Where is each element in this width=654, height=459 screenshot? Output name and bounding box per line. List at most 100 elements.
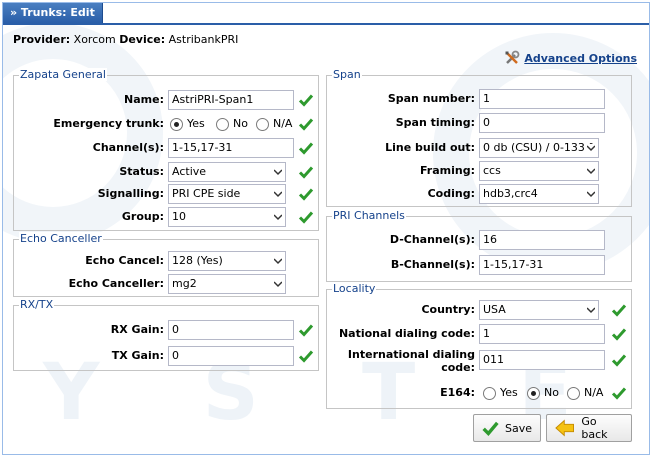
chevron-down-icon — [274, 191, 282, 198]
status-row: Status: Active — [14, 162, 318, 182]
radio-unselected[interactable] — [216, 117, 229, 131]
b-channel-input[interactable]: 1-15,17-31 — [479, 255, 605, 275]
label-line: International dialing — [347, 348, 475, 361]
d-channel-row: D-Channel(s): 16 — [327, 230, 631, 250]
e164-na-radio[interactable]: N/A — [567, 383, 603, 403]
go-back-button-label: Go back — [581, 415, 608, 441]
radio-label: No — [233, 117, 248, 130]
advanced-options-link[interactable]: Advanced Options — [524, 52, 637, 65]
emergency-trunk-row: Emergency trunk: Yes No N/A — [14, 114, 318, 134]
international-dialing-label: International dialing code: — [327, 348, 475, 374]
span-number-input[interactable]: 1 — [479, 89, 605, 109]
label-line: code: — [441, 361, 475, 374]
framing-select[interactable]: ccs — [479, 161, 599, 181]
section-legend: Span — [332, 68, 362, 81]
chevron-down-icon — [274, 169, 282, 176]
save-button[interactable]: Save — [473, 414, 541, 442]
group-select[interactable]: 10 — [168, 207, 286, 227]
select-value: hdb3,crc4 — [483, 187, 538, 200]
radio-selected[interactable] — [170, 117, 183, 131]
check-icon — [611, 387, 627, 400]
zapata-general-section: Zapata General Name: AstriPRI-Span1 Emer… — [13, 68, 319, 231]
check-icon — [482, 421, 499, 437]
emergency-trunk-label: Emergency trunk: — [53, 117, 164, 130]
advanced-options[interactable]: Advanced Options — [504, 50, 637, 66]
framing-label: Framing: — [420, 164, 475, 177]
tx-gain-input[interactable]: 0 — [168, 346, 294, 366]
channels-row: Channel(s): 1-15,17-31 — [14, 138, 318, 158]
line-build-out-row: Line build out: 0 db (CSU) / 0-133 f — [327, 138, 631, 158]
check-icon — [611, 354, 627, 367]
check-icon — [298, 350, 314, 363]
select-value: 0 db (CSU) / 0-133 f — [483, 141, 593, 154]
check-icon — [298, 166, 314, 179]
echo-canceller-select[interactable]: mg2 — [168, 274, 286, 294]
span-number-row: Span number: 1 — [327, 89, 631, 109]
national-dialing-input[interactable]: 1 — [479, 324, 605, 344]
rx-gain-input[interactable]: 0 — [168, 320, 294, 340]
e164-yes-radio[interactable]: Yes — [483, 383, 518, 403]
echo-cancel-label: Echo Cancel: — [85, 254, 164, 267]
signalling-select[interactable]: PRI CPE side — [168, 184, 286, 204]
chevron-down-icon — [274, 258, 282, 265]
echo-cancel-select[interactable]: 128 (Yes) — [168, 251, 286, 271]
line-build-out-select[interactable]: 0 db (CSU) / 0-133 f — [479, 138, 599, 158]
name-input[interactable]: AstriPRI-Span1 — [168, 90, 294, 110]
go-back-button[interactable]: Go back — [546, 414, 632, 442]
select-value: 128 (Yes) — [172, 254, 223, 267]
span-timing-label: Span timing: — [395, 116, 475, 129]
select-value: Active — [172, 165, 207, 178]
radio-unselected[interactable] — [256, 117, 269, 131]
radio-label: No — [544, 386, 559, 399]
check-icon — [611, 328, 627, 341]
select-value: ccs — [483, 164, 501, 177]
rxtx-section: RX/TX RX Gain: 0 TX Gain: 0 — [13, 298, 319, 371]
check-icon — [298, 142, 314, 155]
national-dialing-label: National dialing code: — [338, 327, 475, 340]
international-dialing-input[interactable]: 011 — [479, 350, 605, 370]
section-legend: Locality — [332, 282, 377, 295]
window-title-tab[interactable]: » Trunks: Edit — [3, 3, 103, 23]
emergency-no-radio[interactable]: No — [216, 114, 248, 134]
signalling-label: Signalling: — [97, 187, 164, 200]
select-value: mg2 — [172, 277, 197, 290]
radio-selected[interactable] — [527, 386, 540, 400]
radio-unselected[interactable] — [483, 386, 496, 400]
e164-label: E164: — [440, 386, 475, 399]
span-timing-input[interactable]: 0 — [479, 113, 605, 133]
emergency-na-radio[interactable]: N/A — [256, 114, 292, 134]
coding-select[interactable]: hdb3,crc4 — [479, 184, 599, 204]
d-channel-input[interactable]: 16 — [479, 230, 605, 250]
country-select[interactable]: USA — [479, 300, 599, 320]
provider-value: Xorcom — [73, 33, 116, 46]
pri-channels-section: PRI Channels D-Channel(s): 16 B-Channel(… — [326, 209, 632, 282]
chevron-down-icon — [274, 281, 282, 288]
radio-label: Yes — [187, 117, 205, 130]
country-label: Country: — [421, 303, 475, 316]
radio-unselected[interactable] — [567, 386, 580, 400]
echo-canceller-row: Echo Canceller: mg2 — [14, 274, 318, 294]
section-legend: Echo Canceller — [19, 232, 103, 245]
radio-label: Yes — [500, 386, 518, 399]
d-channel-label: D-Channel(s): — [389, 233, 475, 246]
radio-label: N/A — [273, 117, 293, 130]
span-timing-row: Span timing: 0 — [327, 113, 631, 133]
emergency-yes-radio[interactable]: Yes — [170, 114, 205, 134]
echo-canceller-label: Echo Canceller: — [68, 277, 164, 290]
select-value: USA — [483, 303, 506, 316]
check-icon — [611, 304, 627, 317]
line-build-out-label: Line build out: — [385, 141, 475, 154]
b-channel-label: B-Channel(s): — [390, 258, 475, 271]
title-underline — [3, 23, 649, 25]
status-label: Status: — [119, 165, 164, 178]
e164-no-radio[interactable]: No — [527, 383, 559, 403]
device-label: Device: — [119, 33, 166, 46]
coding-label: Coding: — [427, 187, 475, 200]
chevron-down-icon — [587, 144, 595, 152]
coding-row: Coding: hdb3,crc4 — [327, 184, 631, 204]
status-select[interactable]: Active — [168, 162, 286, 182]
signalling-row: Signalling: PRI CPE side — [14, 184, 318, 204]
save-button-label: Save — [504, 421, 532, 435]
tx-gain-row: TX Gain: 0 — [14, 346, 318, 366]
channels-input[interactable]: 1-15,17-31 — [168, 138, 294, 158]
